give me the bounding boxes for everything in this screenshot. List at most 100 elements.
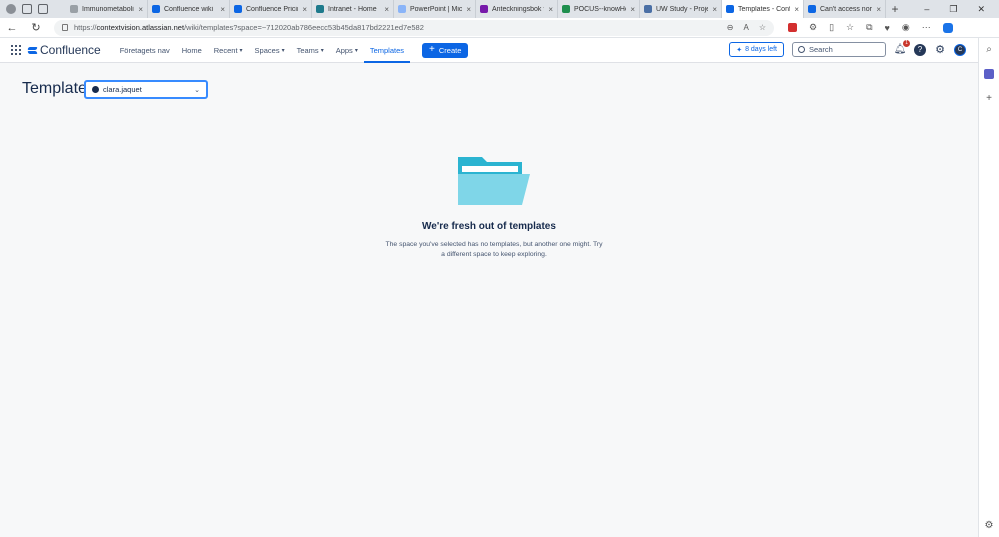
chevron-down-icon: ▾ bbox=[320, 47, 324, 54]
create-button[interactable]: + Create bbox=[422, 42, 469, 58]
help-icon[interactable]: ? bbox=[914, 43, 926, 56]
confluence-logo-icon bbox=[28, 46, 37, 55]
tab-favicon-icon bbox=[398, 5, 406, 13]
restore-button[interactable]: ❐ bbox=[949, 4, 957, 15]
browser-tab[interactable]: Confluence Pricing × bbox=[230, 0, 312, 18]
workspaces-icon[interactable] bbox=[22, 4, 32, 14]
tab-close-icon[interactable]: × bbox=[630, 5, 635, 14]
lock-icon bbox=[62, 24, 68, 31]
copilot-icon[interactable] bbox=[942, 22, 953, 33]
chevron-down-icon: ⌄ bbox=[194, 86, 200, 94]
tab-close-icon[interactable]: × bbox=[712, 5, 717, 14]
teams-icon[interactable] bbox=[984, 69, 994, 79]
refresh-icon[interactable]: ↻ bbox=[24, 21, 48, 34]
browser-tabstrip: Immunometabolic × Confluence wiki × Confluen… bbox=[0, 0, 999, 18]
tab-close-icon[interactable]: × bbox=[876, 5, 881, 14]
url-path: /wiki/templates?space=~712020ab786eecc53… bbox=[184, 23, 424, 32]
nav-item[interactable]: Home bbox=[176, 38, 208, 63]
zoom-icon[interactable]: ⊖ bbox=[727, 23, 734, 32]
browser-tab[interactable]: Templates - Conf × bbox=[722, 0, 804, 18]
collections-icon[interactable]: ⧉ bbox=[866, 22, 872, 33]
minimize-button[interactable]: – bbox=[924, 4, 929, 15]
read-aloud-icon[interactable]: A bbox=[743, 23, 748, 32]
url-prefix: https:// bbox=[74, 23, 97, 32]
notifications-button[interactable]: 🔔︎ 1 bbox=[894, 39, 910, 56]
sidebar-settings-icon[interactable]: ⚙ bbox=[985, 520, 994, 531]
space-selector[interactable]: clara.jaquet ⌄ bbox=[84, 80, 208, 99]
browser-tab[interactable]: Intranet - Home × bbox=[312, 0, 394, 18]
nav-item-label: Apps bbox=[335, 45, 353, 55]
tab-close-icon[interactable]: × bbox=[794, 5, 799, 14]
favorites-icon[interactable]: ☆ bbox=[846, 22, 854, 33]
tab-title: Confluence Pricing bbox=[246, 5, 298, 13]
nav-items: Företagets nav Home Recent ▾ Spaces ▾ Teams ▾ Ap… bbox=[114, 38, 411, 63]
tab-title: Can't access nor bbox=[820, 5, 872, 13]
trial-days-button[interactable]: ✦ 8 days left bbox=[729, 42, 784, 57]
tab-title: UW Study - Proje bbox=[656, 5, 709, 13]
new-tab-button[interactable]: + bbox=[886, 2, 904, 16]
nav-item-label: Templates bbox=[369, 45, 405, 55]
nav-item-label: Teams bbox=[296, 45, 319, 55]
pdf-extension-icon[interactable] bbox=[788, 23, 797, 32]
browser-tab[interactable]: Can't access nor × bbox=[804, 0, 886, 18]
tab-favicon-icon bbox=[562, 5, 570, 13]
nav-item[interactable]: Apps ▾ bbox=[330, 38, 364, 63]
browser-toolbar: ⚙ ▯ ☆ ⧉ ♥ ◉ ⋯ bbox=[788, 22, 953, 33]
app-switcher-icon[interactable] bbox=[11, 45, 21, 55]
favorite-star-icon[interactable]: ☆ bbox=[759, 23, 766, 32]
tab-actions-icon[interactable] bbox=[38, 4, 48, 14]
window-controls: – ❐ ✕ bbox=[924, 4, 999, 15]
tab-close-icon[interactable]: × bbox=[138, 5, 143, 14]
extensions-icon[interactable]: ⚙ bbox=[809, 22, 817, 33]
tab-title: Confluence wiki bbox=[164, 5, 214, 13]
nav-item[interactable]: Recent ▾ bbox=[208, 38, 249, 63]
browser-essentials-icon[interactable]: ♥ bbox=[885, 23, 890, 33]
tab-close-icon[interactable]: × bbox=[548, 5, 553, 14]
profile-icon[interactable] bbox=[6, 4, 16, 14]
sidebar-search-icon[interactable]: ⌕ bbox=[986, 44, 992, 55]
nav-right-actions: ✦ 8 days left Search 🔔︎ 1 ? ⚙ C bbox=[729, 39, 966, 57]
tab-favicon-icon bbox=[480, 5, 488, 13]
sparkle-icon: ✦ bbox=[736, 46, 743, 54]
browser-tab[interactable]: PowerPoint | Micr × bbox=[394, 0, 476, 18]
sidebar-add-icon[interactable]: + bbox=[986, 93, 992, 104]
chevron-down-icon: ▾ bbox=[239, 47, 243, 54]
search-input[interactable]: Search bbox=[792, 42, 886, 57]
nav-item[interactable]: Spaces ▾ bbox=[249, 38, 291, 63]
tab-favicon-icon bbox=[234, 5, 242, 13]
tab-title: Immunometabolic bbox=[82, 5, 135, 13]
tab-favicon-icon bbox=[152, 5, 160, 13]
browser-tab[interactable]: Confluence wiki × bbox=[148, 0, 230, 18]
close-window-button[interactable]: ✕ bbox=[977, 4, 985, 15]
browser-tab[interactable]: POCUS--knowHo × bbox=[558, 0, 640, 18]
search-placeholder: Search bbox=[809, 45, 833, 54]
tab-close-icon[interactable]: × bbox=[466, 5, 471, 14]
split-screen-icon[interactable]: ▯ bbox=[829, 22, 834, 33]
tab-favicon-icon bbox=[808, 5, 816, 13]
more-menu-icon[interactable]: ⋯ bbox=[922, 22, 931, 33]
nav-item[interactable]: Företagets nav bbox=[114, 38, 176, 63]
gear-icon[interactable]: ⚙ bbox=[934, 44, 946, 56]
confluence-logo[interactable]: Confluence bbox=[28, 43, 101, 57]
tab-close-icon[interactable]: × bbox=[220, 5, 225, 14]
tab-close-icon[interactable]: × bbox=[384, 5, 389, 14]
browser-tab[interactable]: UW Study - Proje × bbox=[640, 0, 722, 18]
tab-title: Templates - Conf bbox=[738, 5, 791, 13]
browser-tab[interactable]: Immunometabolic × bbox=[66, 0, 148, 18]
browser-left-icons bbox=[0, 4, 66, 14]
shopping-icon[interactable]: ◉ bbox=[902, 22, 910, 33]
avatar[interactable]: C bbox=[954, 43, 966, 56]
tab-favicon-icon bbox=[726, 5, 734, 13]
chevron-down-icon: ▾ bbox=[281, 47, 285, 54]
browser-tab[interactable]: Anteckningsbok fö × bbox=[476, 0, 558, 18]
back-arrow-icon[interactable]: ← bbox=[0, 22, 24, 34]
url-field[interactable]: https://contextvision.atlassian.net/wiki… bbox=[54, 19, 774, 36]
nav-item[interactable]: Templates bbox=[363, 38, 411, 63]
tab-title: Anteckningsbok fö bbox=[492, 5, 545, 13]
space-selector-value: clara.jaquet bbox=[103, 85, 142, 94]
nav-item-label: Företagets nav bbox=[119, 45, 170, 55]
tab-title: Intranet - Home bbox=[328, 5, 377, 13]
tab-close-icon[interactable]: × bbox=[302, 5, 307, 14]
nav-item[interactable]: Teams ▾ bbox=[291, 38, 330, 63]
nav-item-label: Recent bbox=[213, 45, 238, 55]
